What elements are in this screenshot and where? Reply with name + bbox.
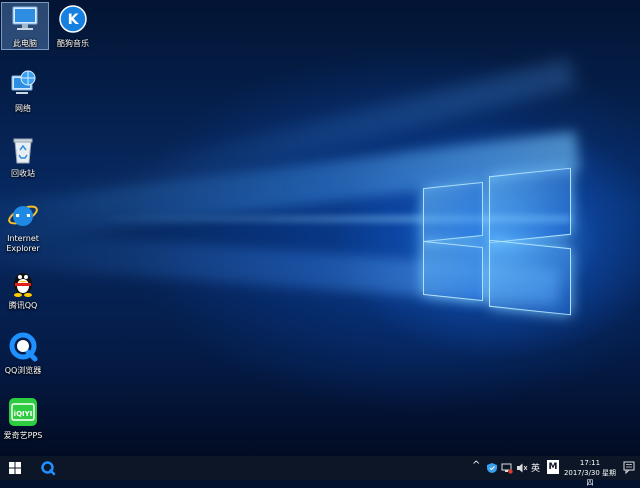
desktop-icon-qq[interactable]: 腾讯QQ	[0, 265, 46, 311]
icon-label: 此电脑	[13, 39, 37, 48]
ime-language-indicator[interactable]: 英	[531, 461, 540, 474]
notification-center-icon[interactable]	[623, 461, 635, 474]
qq-browser-icon	[9, 332, 38, 362]
kugou-letter: K	[68, 12, 80, 28]
volume-muted-icon[interactable]	[516, 462, 528, 474]
clock-date: 2017/3/30 星期四	[563, 469, 617, 487]
clock-time: 17:11	[579, 459, 601, 467]
icon-label: QQ浏览器	[4, 366, 42, 375]
ime-mode-indicator[interactable]: M	[547, 460, 559, 474]
icon-label: 回收站	[11, 169, 35, 178]
icon-label: 酷狗音乐	[57, 39, 89, 48]
desktop-icon-this-pc[interactable]: 此电脑	[1, 2, 49, 50]
taskbar: ^ 英 M 17:11 2017/3/30 星期四	[0, 456, 640, 487]
desktop-icon-internet-explorer[interactable]: Internet Explorer	[0, 198, 46, 254]
qq-penguin-icon	[14, 273, 32, 297]
iqiyi-icon: iQIYI	[9, 398, 37, 426]
desktop[interactable]: 此电脑 K 酷狗音乐 网络 回收站 Internet Explorer 腾讯QQ…	[0, 0, 640, 456]
recycle-bin-icon	[13, 138, 33, 164]
computer-icon	[12, 6, 38, 30]
icon-label: 腾讯QQ	[8, 301, 38, 310]
iqiyi-text: iQIYI	[14, 410, 33, 418]
desktop-icon-recycle-bin[interactable]: 回收站	[0, 133, 46, 179]
logo-pane-bottom-left	[423, 240, 483, 302]
desktop-icon-kugou[interactable]: K 酷狗音乐	[50, 3, 96, 49]
icon-label: 爱奇艺PPS	[3, 431, 43, 440]
icon-label-line2: Explorer	[6, 244, 40, 253]
system-clock[interactable]: 17:11 2017/3/30 星期四	[562, 458, 618, 488]
network-status-icon[interactable]	[501, 462, 513, 474]
internet-explorer-icon	[8, 205, 38, 226]
logo-pane-top-left	[423, 181, 483, 243]
qq-browser-taskbar-icon	[41, 461, 56, 476]
security-shield-icon[interactable]	[486, 462, 498, 474]
start-button[interactable]	[0, 456, 30, 480]
desktop-icon-network[interactable]: 网络	[0, 68, 46, 114]
logo-pane-top-right	[489, 167, 571, 244]
kugou-music-icon: K	[59, 5, 87, 33]
taskbar-qq-browser[interactable]	[34, 456, 62, 480]
icon-label: 网络	[15, 104, 31, 113]
desktop-icon-iqiyi[interactable]: iQIYI 爱奇艺PPS	[0, 395, 46, 441]
tray-chevron-up-icon[interactable]: ^	[472, 460, 484, 472]
desktop-icon-qq-browser[interactable]: QQ浏览器	[0, 330, 46, 376]
network-icon	[11, 70, 36, 94]
icon-label: Internet	[7, 234, 39, 243]
windows-start-icon	[9, 462, 21, 474]
logo-pane-bottom-right	[489, 239, 571, 316]
